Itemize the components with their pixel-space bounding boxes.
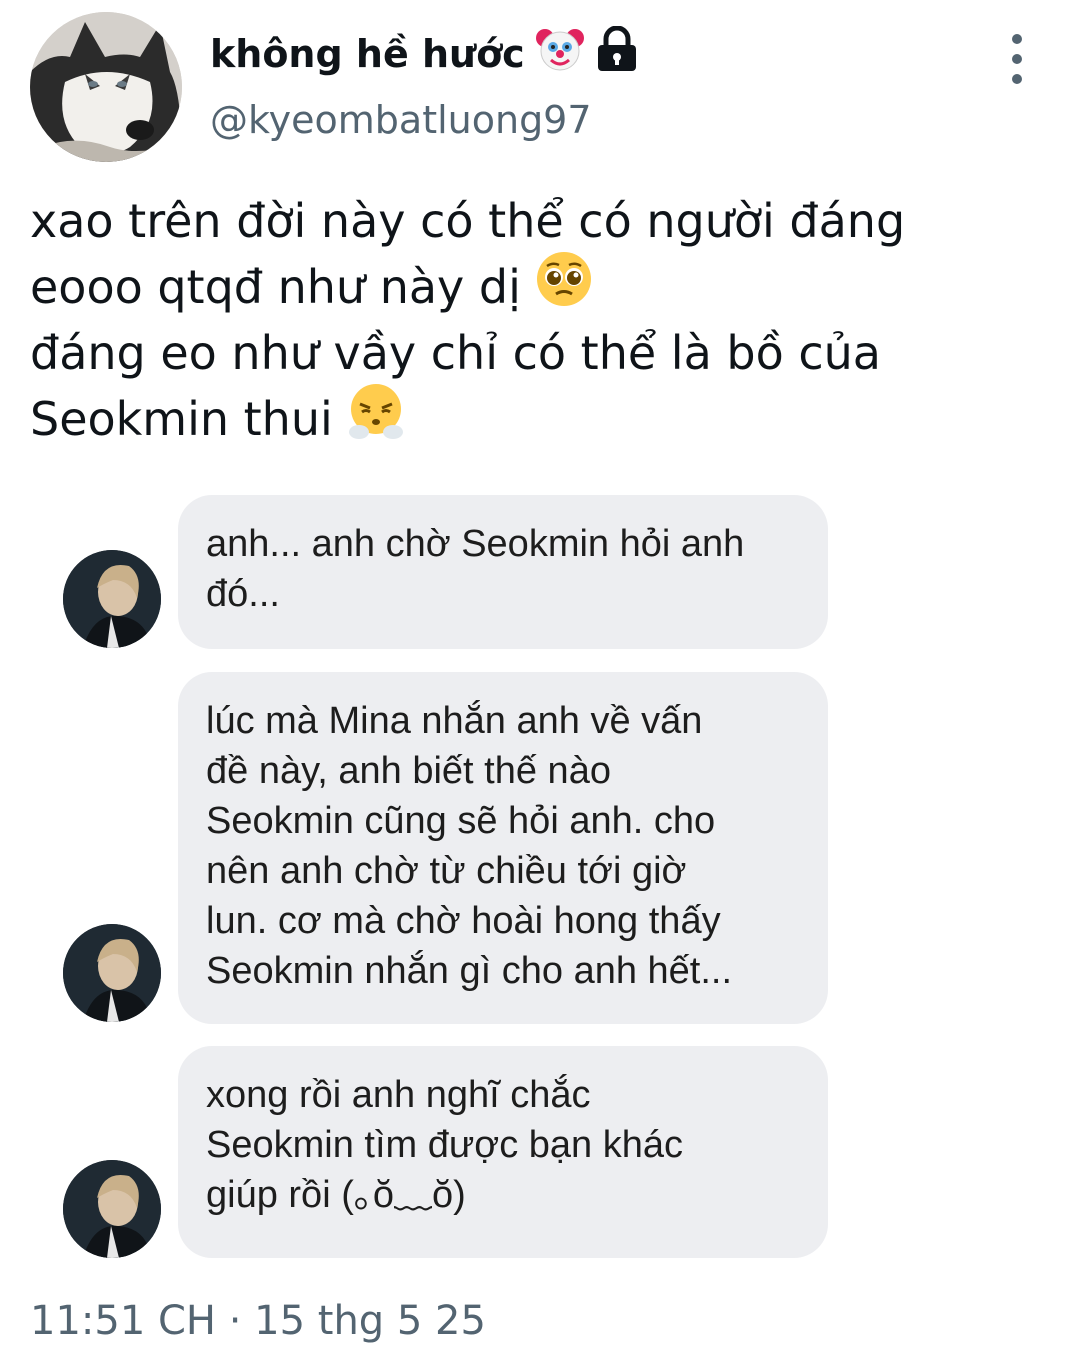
chat-bubble: lúc mà Mina nhắn anh về vấn đề này, anh … <box>178 672 828 1024</box>
tweet-line: Seokmin thui <box>30 383 1050 452</box>
more-dot <box>1012 34 1022 44</box>
chat-bubble: anh... anh chờ Seokmin hỏi anh đó... <box>178 495 828 649</box>
chat-line: xong rồi anh nghĩ chắc <box>206 1074 591 1116</box>
tweet-line-text: Seokmin thui <box>30 392 333 446</box>
face-with-steam-icon <box>347 382 405 457</box>
more-dot <box>1012 74 1022 84</box>
attached-image[interactable]: anh... anh chờ Seokmin hỏi anh đó... lúc… <box>30 482 1050 1268</box>
pleading-face-icon <box>535 250 593 325</box>
chat-line: đề này, anh biết thế nào <box>206 750 611 792</box>
profile-avatar[interactable] <box>30 12 182 162</box>
display-name[interactable]: không hề hước <box>210 24 639 83</box>
tweet-line: eooo qtqđ như này dị <box>30 251 1050 320</box>
husky-avatar-image <box>30 12 182 162</box>
chat-line: lúc mà Mina nhắn anh về vấn <box>206 700 703 742</box>
display-name-text: không hề hước <box>210 31 525 76</box>
chat-line: Seokmin tìm được bạn khác <box>206 1124 684 1166</box>
chat-line: đó... <box>206 573 280 615</box>
more-dot <box>1012 54 1022 64</box>
chat-avatar <box>63 550 161 648</box>
tweet-line-text: đáng eo như vầy chỉ có thể là bồ của <box>30 326 881 380</box>
clown-face-icon <box>535 24 585 83</box>
chat-line: lun. cơ mà chờ hoài hong thấy <box>206 900 721 942</box>
chat-line: Seokmin nhắn gì cho anh hết... <box>206 950 733 992</box>
tweet-line: đáng eo như vầy chỉ có thể là bồ của <box>30 320 1050 386</box>
chat-bubble: xong rồi anh nghĩ chắc Seokmin tìm được … <box>178 1046 828 1258</box>
tweet-line: xao trên đời này có thể có người đáng <box>30 188 1050 254</box>
chat-avatar <box>63 1160 161 1258</box>
user-handle[interactable]: @kyeombatluong97 <box>210 98 592 142</box>
chat-line: giúp rồi (｡ŏ﹏ŏ) <box>206 1174 466 1216</box>
tweet-text: xao trên đời này có thể có người đáng eo… <box>30 188 1050 452</box>
lock-icon <box>595 25 639 81</box>
chat-line: anh... anh chờ Seokmin hỏi anh <box>206 523 745 565</box>
tweet-timestamp[interactable]: 11:51 CH · 15 thg 5 25 <box>30 1298 486 1344</box>
tweet-line-text: xao trên đời này có thể có người đáng <box>30 194 906 248</box>
chat-line: nên anh chờ từ chiều tới giờ <box>206 850 687 892</box>
tweet-line-text: eooo qtqđ như này dị <box>30 260 521 314</box>
chat-avatar <box>63 924 161 1022</box>
more-options-icon[interactable] <box>996 34 1038 84</box>
chat-line: Seokmin cũng sẽ hỏi anh. cho <box>206 800 716 842</box>
